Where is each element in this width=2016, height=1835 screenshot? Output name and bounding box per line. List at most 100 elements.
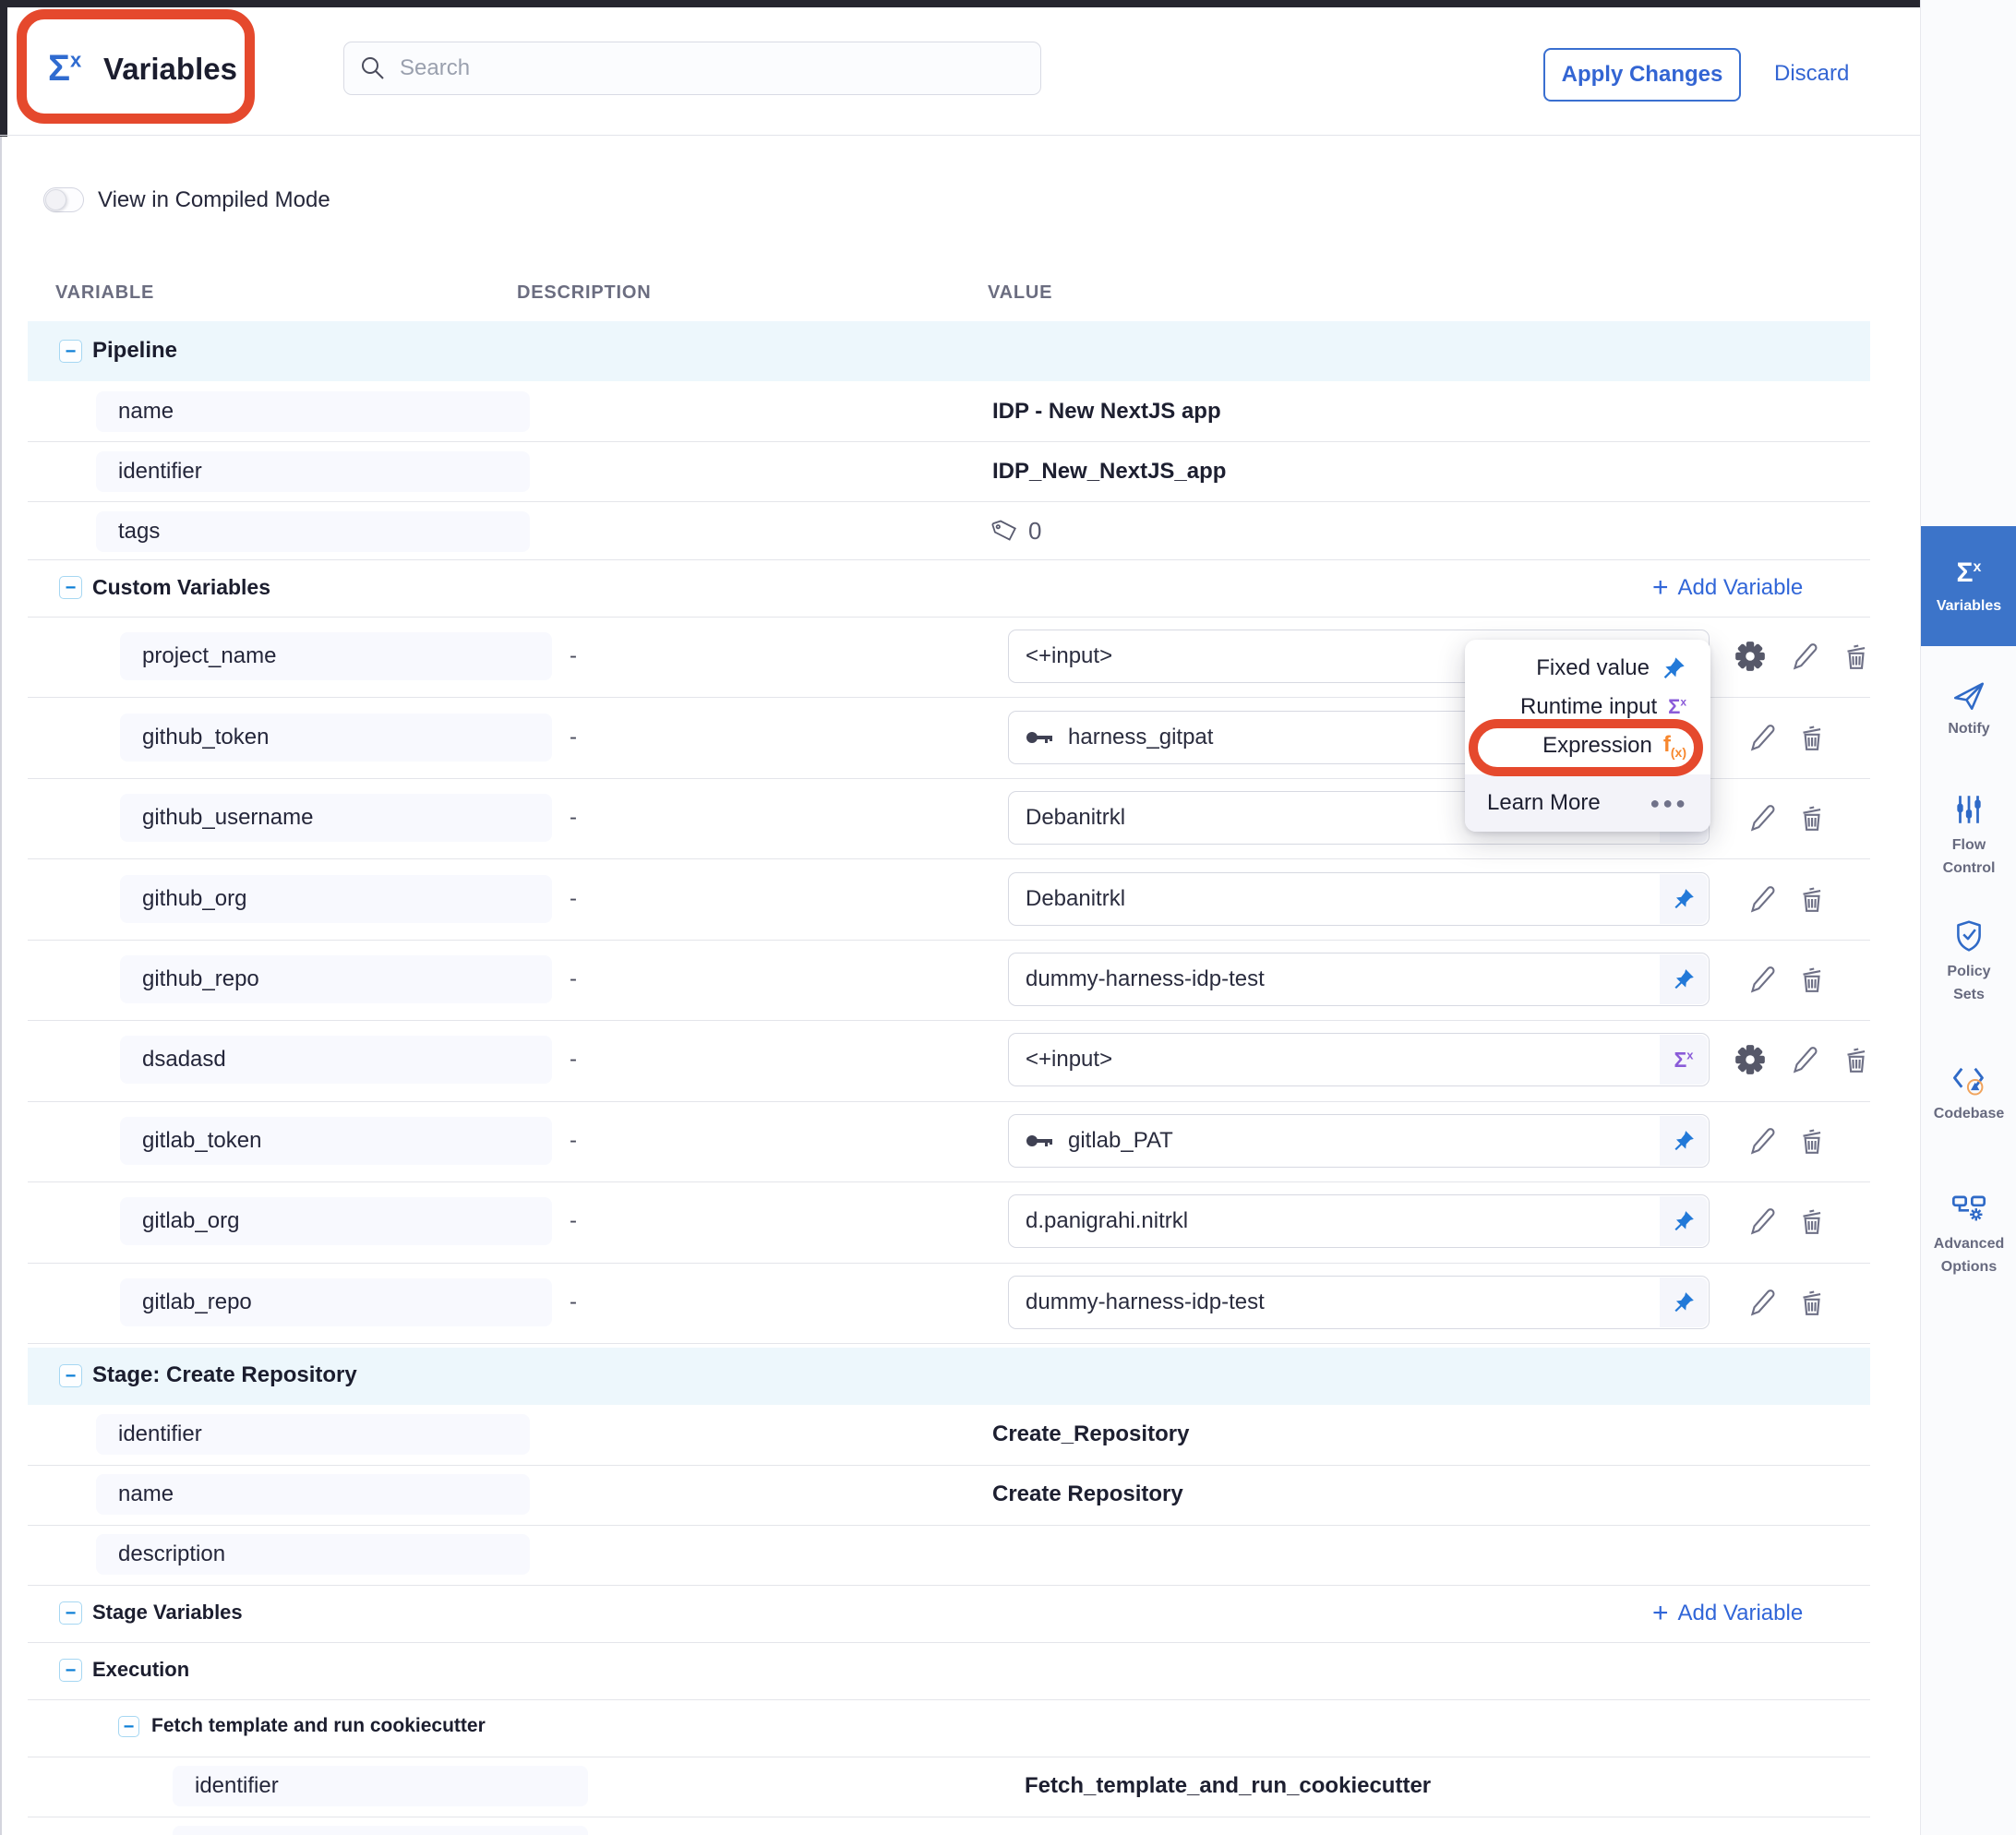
- edit-pencil-icon[interactable]: [1743, 1284, 1780, 1321]
- pipeline-section-title: Pipeline: [92, 338, 177, 364]
- sidebar-item-advanced-options[interactable]: AdvancedOptions: [1921, 1189, 2016, 1279]
- menu-item-learn-more[interactable]: Learn More ●●●: [1465, 774, 1710, 832]
- variable-name: identifier: [96, 1414, 530, 1455]
- codebase-icon: [1921, 1061, 2016, 1098]
- secret-value-input[interactable]: gitlab_PAT: [1008, 1114, 1710, 1168]
- sidebar-item-variables[interactable]: Σx Variables: [1921, 526, 2016, 646]
- variable-name: github_repo: [120, 955, 552, 1003]
- column-header-variable: VARIABLE: [55, 282, 154, 304]
- variable-name: project_name: [120, 632, 552, 680]
- sidebar-item-flow-control[interactable]: FlowControl: [1921, 792, 2016, 881]
- delete-trash-icon[interactable]: [1793, 799, 1830, 836]
- search-input[interactable]: [400, 55, 1026, 81]
- variable-value: IDP - New NextJS app: [992, 399, 1221, 425]
- variable-name: gitlab_org: [120, 1197, 552, 1245]
- delete-trash-icon[interactable]: [1793, 961, 1830, 998]
- toggle-knob: [45, 189, 66, 210]
- tags-count: 0: [1028, 517, 1041, 546]
- pin-icon[interactable]: [1660, 1116, 1708, 1166]
- edit-pencil-icon[interactable]: [1743, 1122, 1780, 1159]
- collapse-icon-step-group[interactable]: −: [118, 1716, 139, 1737]
- edit-pencil-icon[interactable]: [1743, 961, 1780, 998]
- delete-trash-icon[interactable]: [1837, 638, 1874, 675]
- value-input[interactable]: <+input> Σx: [1008, 1033, 1710, 1086]
- variable-name: gitlab_repo: [120, 1278, 552, 1326]
- compiled-mode-label: View in Compiled Mode: [98, 187, 330, 213]
- value-input[interactable]: dummy-harness-idp-test: [1008, 953, 1710, 1006]
- delete-trash-icon[interactable]: [1837, 1041, 1874, 1078]
- delete-trash-icon[interactable]: [1793, 1284, 1830, 1321]
- search-icon: [359, 54, 387, 82]
- runtime-input-sigma-icon[interactable]: Σx: [1660, 1035, 1708, 1085]
- settings-gear-icon[interactable]: [1732, 1041, 1769, 1078]
- collapse-icon-custom-variables[interactable]: −: [59, 576, 82, 599]
- variable-name: name: [96, 391, 530, 432]
- right-sidebar: Σx Variables Notify FlowControl PolicySe…: [1920, 0, 2016, 1835]
- value-input[interactable]: Debanitrkl: [1008, 872, 1710, 926]
- variables-sigma-icon: Σx: [1957, 558, 1982, 589]
- collapse-icon-stage-variables[interactable]: −: [59, 1601, 82, 1625]
- variables-panel: Σx Variables Apply Changes Discard View …: [0, 0, 2016, 1835]
- add-variable-button[interactable]: + Add Variable: [1652, 574, 1803, 602]
- edit-pencil-icon[interactable]: [1743, 1203, 1780, 1240]
- column-header-description: DESCRIPTION: [517, 282, 651, 304]
- menu-item-expression[interactable]: Expression f(x): [1465, 726, 1710, 765]
- edit-pencil-icon[interactable]: [1785, 1041, 1822, 1078]
- window-top-edge: [0, 0, 2016, 7]
- delete-trash-icon[interactable]: [1793, 1122, 1830, 1159]
- delete-trash-icon[interactable]: [1793, 881, 1830, 918]
- settings-gear-icon[interactable]: [1732, 638, 1769, 675]
- edit-pencil-icon[interactable]: [1743, 719, 1780, 756]
- notify-plane-icon: [1921, 678, 2016, 714]
- edit-pencil-icon[interactable]: [1785, 638, 1822, 675]
- variable-value: IDP_New_NextJS_app: [992, 459, 1226, 485]
- collapse-icon-execution[interactable]: −: [59, 1659, 82, 1682]
- pin-icon: [1661, 655, 1686, 681]
- column-header-value: VALUE: [988, 282, 1052, 304]
- variable-name: identifier: [173, 1766, 588, 1806]
- value-input[interactable]: dummy-harness-idp-test: [1008, 1276, 1710, 1329]
- variable-value: Create_Repository: [992, 1421, 1189, 1447]
- delete-trash-icon[interactable]: [1793, 719, 1830, 756]
- sigma-x-icon: Σx: [1668, 695, 1686, 719]
- compiled-mode-toggle[interactable]: [43, 187, 84, 212]
- variable-name: identifier: [96, 451, 530, 492]
- flow-control-sliders-icon: [1921, 792, 2016, 827]
- collapse-icon-pipeline[interactable]: −: [59, 340, 82, 363]
- pin-icon[interactable]: [1660, 954, 1708, 1004]
- discard-button[interactable]: Discard: [1774, 61, 1849, 87]
- variable-name: gitlab_token: [120, 1117, 552, 1165]
- pin-icon[interactable]: [1660, 1277, 1708, 1327]
- header-divider: [0, 135, 1920, 136]
- policy-shield-check-icon: [1921, 918, 2016, 953]
- pin-icon[interactable]: [1660, 874, 1708, 924]
- sidebar-item-policy-sets[interactable]: PolicySets: [1921, 918, 2016, 1007]
- apply-changes-button[interactable]: Apply Changes: [1543, 48, 1741, 102]
- panel-left-border: [0, 137, 2, 1835]
- edit-pencil-icon[interactable]: [1743, 799, 1780, 836]
- sidebar-item-notify[interactable]: Notify: [1921, 678, 2016, 738]
- pin-icon[interactable]: [1660, 1196, 1708, 1246]
- menu-item-fixed-value[interactable]: Fixed value: [1465, 649, 1710, 688]
- delete-trash-icon[interactable]: [1793, 1203, 1830, 1240]
- edit-pencil-icon[interactable]: [1743, 881, 1780, 918]
- stage-section-title: Stage: Create Repository: [92, 1362, 357, 1388]
- variable-name: github_token: [120, 714, 552, 762]
- sidebar-item-codebase[interactable]: Codebase: [1921, 1061, 2016, 1122]
- title-annotation-highlight: [17, 9, 255, 124]
- plus-icon: +: [1652, 574, 1669, 602]
- stage-variables-title: Stage Variables: [92, 1601, 243, 1625]
- variable-name: tags: [96, 511, 530, 552]
- window-left-edge: [0, 0, 7, 137]
- fx-icon: f(x): [1663, 732, 1686, 760]
- advanced-options-icon: [1921, 1189, 2016, 1226]
- value-input[interactable]: d.panigrahi.nitrkl: [1008, 1194, 1710, 1248]
- variable-name: dsadasd: [120, 1036, 552, 1084]
- add-variable-button[interactable]: + Add Variable: [1652, 1600, 1803, 1627]
- value-type-menu: Fixed value Runtime input Σx Expression …: [1465, 640, 1710, 832]
- collapse-icon-stage[interactable]: −: [59, 1364, 82, 1387]
- search-box[interactable]: [343, 42, 1041, 95]
- menu-item-runtime-input[interactable]: Runtime input Σx: [1465, 688, 1710, 726]
- plus-icon: +: [1652, 1600, 1669, 1627]
- variable-name: [173, 1826, 588, 1835]
